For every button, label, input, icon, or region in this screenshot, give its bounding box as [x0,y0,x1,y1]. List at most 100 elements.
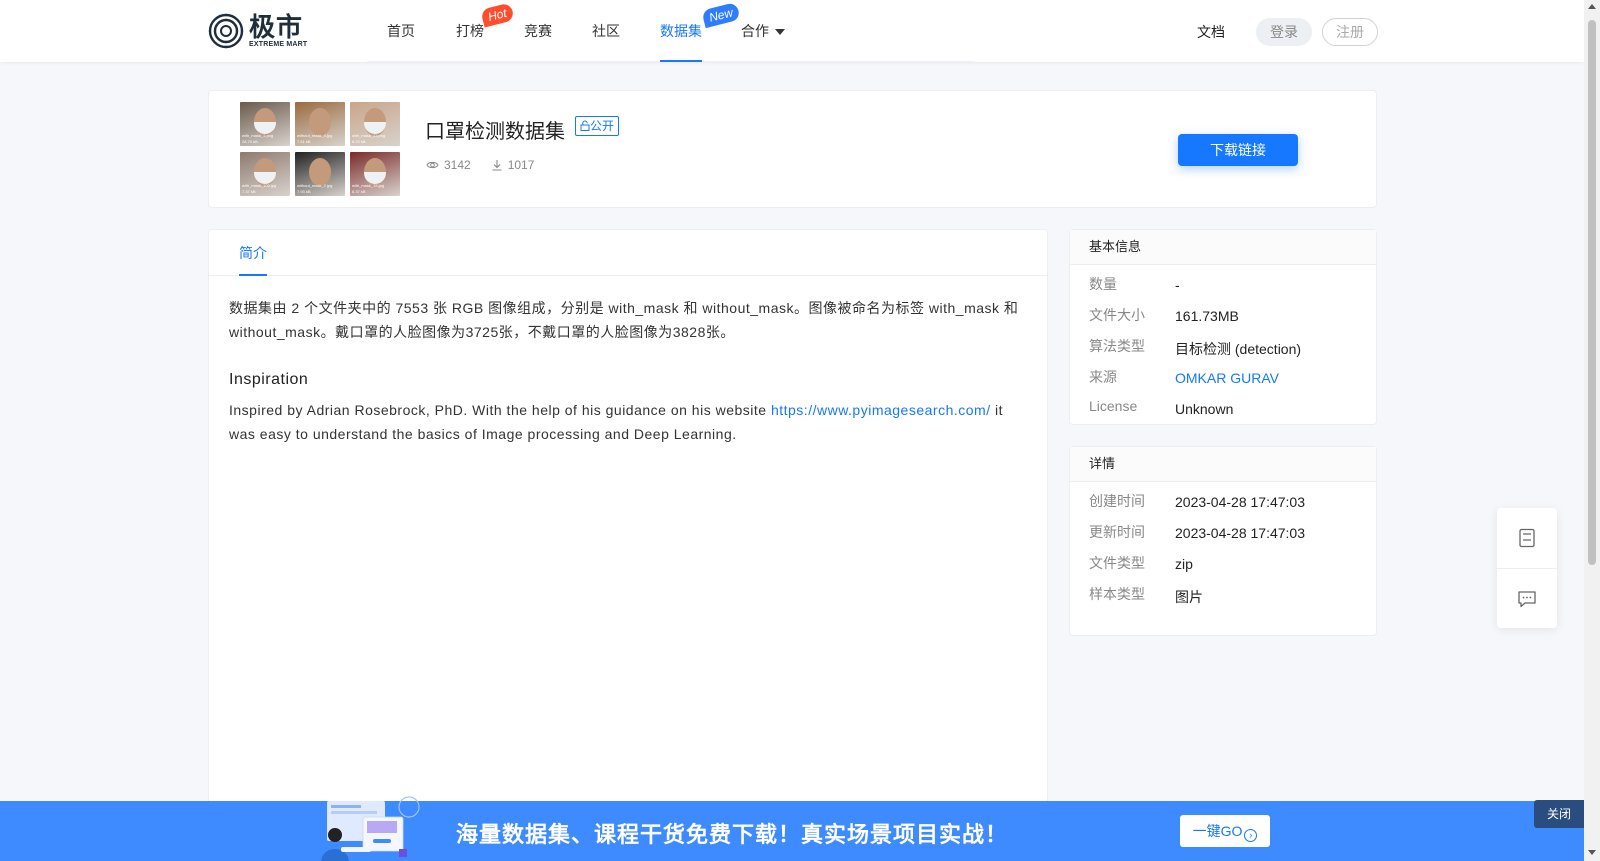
basic-info-key: 文件大小 [1089,307,1145,323]
docs-link[interactable]: 文档 [1197,22,1225,42]
scroll-thumb[interactable] [1588,20,1596,565]
thumbnail-filename: with_mask_1.png [242,133,274,138]
thumbnail-filename: with_mask_11.png [352,133,386,138]
main-nav: 首页 打榜 Hot 竞赛 社区 数据集 New 合作 [367,0,975,62]
views-stat: 3142 [426,158,471,172]
details-row: 文件类型 zip [1070,553,1376,584]
one-click-go-button[interactable]: 一键GO › [1180,815,1270,847]
inspiration-heading: Inspiration [229,371,309,388]
details-row: 创建时间 2023-04-28 17:47:03 [1070,491,1376,522]
dataset-thumbnail: with_mask_1.png 28.70 kB [240,102,290,146]
thumbnail-filename: without_mask_4.jpg [297,133,333,138]
dataset-thumbnail: without_mask_4.jpg 7.61 kB [295,102,345,146]
lock-open-icon [580,120,590,131]
top-header: 极市 EXTREME MART 首页 打榜 Hot 竞赛 社区 数据集 New … [0,0,1584,62]
nav-cooperation[interactable]: 合作 [741,0,785,62]
floating-toolbar [1497,508,1557,628]
close-banner-button[interactable]: 关闭 [1534,800,1584,828]
thumbnail-filesize: 7.61 kB [297,139,311,144]
thumbnail-filesize: 28.70 kB [242,139,258,144]
brand-logo[interactable]: 极市 EXTREME MART [207,12,312,50]
details-key: 更新时间 [1089,524,1145,540]
thumbnail-filesize: 6.23 kB [352,139,366,144]
download-icon [492,160,502,171]
document-button[interactable] [1497,508,1557,568]
nav-leaderboard[interactable]: 打榜 [456,0,484,62]
source-link[interactable]: OMKAR GURAV [1175,370,1279,386]
basic-info-key: 来源 [1089,369,1117,385]
caret-down-icon [775,29,785,36]
dataset-title: 口罩检测数据集 [425,121,565,143]
dataset-stats: 3142 1017 [426,158,554,172]
basic-info-value: 目标检测 (detection) [1175,341,1302,357]
nav-datasets[interactable]: 数据集 [660,0,702,62]
thumbnail-face [309,108,331,136]
page-scrollbar[interactable] [1584,0,1600,861]
dataset-summary-card: with_mask_1.png 28.70 kB without_mask_4.jp… [208,90,1377,208]
nav-competition[interactable]: 竞赛 [524,0,552,62]
details-value: 2023-04-28 17:47:03 [1175,525,1305,541]
downloads-count: 1017 [507,158,535,172]
feedback-button[interactable] [1497,568,1557,628]
document-icon [1519,528,1535,548]
scroll-down-arrow-icon[interactable] [1588,850,1596,855]
register-button[interactable]: 注册 [1322,18,1378,46]
basic-info-key: License [1089,398,1138,414]
intro-content: 数据集由 2 个文件夹中的 7553 张 RGB 图像组成，分别是 with_m… [209,276,1047,466]
thumbnail-filesize: 6.37 kB [352,189,366,194]
new-badge: New [701,1,741,29]
banner-text: 海量数据集、课程干货免费下载！真实场景项目实战！ [456,822,1009,847]
dataset-thumbnail: without_mask_2.jpg 7.93 kB [295,152,345,196]
basic-info-row: 来源 OMKAR GURAV [1070,367,1376,398]
arrow-right-circle-icon: › [1244,829,1258,842]
inspiration-text-start: Inspired by Adrian Rosebrock, PhD. With … [229,402,771,418]
inspiration-paragraph: Inspired by Adrian Rosebrock, PhD. With … [229,398,1027,446]
basic-info-row: License Unknown [1070,398,1376,429]
visibility-label: 公开 [590,119,615,133]
download-link-button[interactable]: 下载链接 [1178,134,1298,166]
logo-icon [208,13,244,49]
thumbnail-filename: with_mask_100.jpg [242,183,277,188]
nav-cooperation-label: 合作 [741,23,769,39]
eye-icon [426,161,439,169]
thumbnail-face [309,158,331,186]
thumbnail-filename: with_mask_15.jpg [352,183,385,188]
details-title: 详情 [1070,447,1376,482]
basic-info-key: 数量 [1089,276,1117,292]
thumbnail-filesize: 7.37 kB [242,189,256,194]
details-key: 文件类型 [1089,555,1145,571]
tab-intro[interactable]: 简介 [239,230,267,276]
details-key: 样本类型 [1089,586,1145,602]
nav-community[interactable]: 社区 [592,0,620,62]
basic-info-value: 161.73MB [1175,308,1239,324]
basic-info-title: 基本信息 [1070,230,1376,265]
dataset-thumbnail: with_mask_100.jpg 7.37 kB [240,152,290,196]
details-value: zip [1175,556,1193,572]
basic-info-value: Unknown [1175,401,1234,417]
banner-illustration [321,796,420,861]
basic-info-key: 算法类型 [1089,338,1145,354]
brand-name-cn: 极市 [249,11,304,42]
downloads-stat: 1017 [491,158,535,172]
dataset-thumbnail-grid: with_mask_1.png 28.70 kB without_mask_4.jp… [240,102,404,196]
basic-info-row: 算法类型 目标检测 (detection) [1070,336,1376,367]
basic-info-row: 文件大小 161.73MB [1070,305,1376,336]
details-row: 更新时间 2023-04-28 17:47:03 [1070,522,1376,553]
tab-bar: 简介 [209,230,1047,276]
brand-name-en: EXTREME MART [249,40,308,48]
basic-info-value: - [1175,277,1180,293]
pyimagesearch-link[interactable]: https://www.pyimagesearch.com/ [771,402,991,418]
login-button[interactable]: 登录 [1256,18,1312,46]
scroll-up-arrow-icon[interactable] [1588,4,1596,9]
nav-leaderboard-label: 打榜 [456,23,484,39]
nav-datasets-label: 数据集 [660,23,702,39]
go-button-label: 一键GO [1192,823,1243,839]
feedback-icon [1518,590,1536,607]
nav-home[interactable]: 首页 [387,0,415,62]
thumbnail-filesize: 7.93 kB [297,189,311,194]
views-count: 3142 [444,158,471,172]
basic-info-row: 数量 - [1070,274,1376,305]
basic-info-card: 基本信息 数量 - 文件大小 161.73MB 算法类型 目标检测 (detection)… [1069,229,1377,425]
dataset-thumbnail: with_mask_11.png 6.23 kB [350,102,400,146]
dataset-thumbnail: with_mask_15.jpg 6.37 kB [350,152,400,196]
